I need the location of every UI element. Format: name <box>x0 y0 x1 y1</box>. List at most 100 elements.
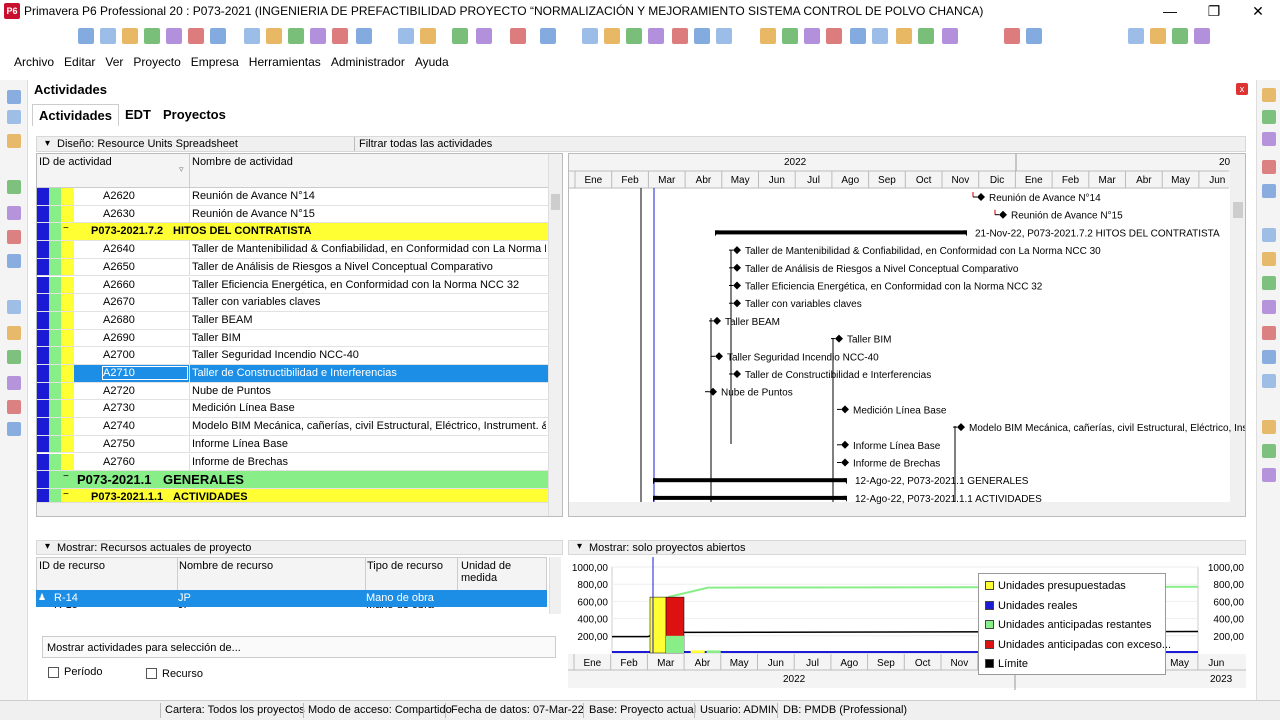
minimize-button[interactable]: — <box>1148 0 1192 22</box>
table-row[interactable]: A2630 Reunión de Avance N°15 <box>37 205 548 224</box>
menu-ver[interactable]: Ver <box>105 55 123 69</box>
toolbar-icon[interactable] <box>942 28 958 44</box>
toolbar-icon[interactable] <box>626 28 642 44</box>
sidebar-icon[interactable] <box>1262 350 1276 364</box>
toolbar-icon[interactable] <box>540 28 556 44</box>
col-resource-id[interactable]: ID de recurso <box>39 560 105 572</box>
toolbar-icon[interactable] <box>1004 28 1020 44</box>
sidebar-icon[interactable] <box>1262 326 1276 340</box>
sidebar-icon[interactable] <box>7 180 21 194</box>
sidebar-icon[interactable] <box>7 134 21 148</box>
menu-empresa[interactable]: Empresa <box>191 55 239 69</box>
tab-proyectos[interactable]: Proyectos <box>157 104 232 126</box>
toolbar-icon[interactable] <box>1150 28 1166 44</box>
wbs-row[interactable]: − P073-2021.7.2 HITOS DEL CONTRATISTA <box>37 223 548 242</box>
period-checkbox[interactable] <box>48 667 59 678</box>
table-row[interactable]: A2640 Taller de Mantenibilidad & Confiabi… <box>37 241 548 259</box>
toolbar-icon[interactable] <box>166 28 182 44</box>
tab-actividades[interactable]: Actividades <box>32 104 119 126</box>
menu-archivo[interactable]: Archivo <box>14 55 54 69</box>
toolbar-icon[interactable] <box>582 28 598 44</box>
sidebar-icon[interactable] <box>7 206 21 220</box>
table-row[interactable]: A2620 Reunión de Avance N°14 <box>37 188 548 206</box>
toolbar-icon[interactable] <box>266 28 282 44</box>
toolbar-icon[interactable] <box>78 28 94 44</box>
table-row[interactable]: ♟ R-14 JP Mano de obra <box>36 590 547 607</box>
toolbar-icon[interactable] <box>826 28 842 44</box>
table-row[interactable]: A2700 Taller Seguridad Incendio NCC-40 <box>37 347 548 365</box>
menu-proyecto[interactable]: Proyecto <box>133 55 180 69</box>
toolbar-icon[interactable] <box>896 28 912 44</box>
maximize-button[interactable]: ❐ <box>1192 0 1236 22</box>
table-row[interactable]: A2710 Taller de Constructibilidad e Inter… <box>37 365 548 383</box>
vertical-scrollbar[interactable] <box>549 557 561 614</box>
wbs-row[interactable]: − P073-2021.1 GENERALES <box>37 471 548 489</box>
toolbar-icon[interactable] <box>398 28 414 44</box>
chevron-down-icon[interactable]: ▾ <box>45 138 50 149</box>
toolbar-icon[interactable] <box>648 28 664 44</box>
toolbar-icon[interactable] <box>188 28 204 44</box>
sidebar-icon[interactable] <box>7 230 21 244</box>
table-row[interactable]: A2650 Taller de Análisis de Riesgos a Niv… <box>37 258 548 277</box>
sidebar-icon[interactable] <box>7 110 21 124</box>
toolbar-icon[interactable] <box>356 28 372 44</box>
sidebar-icon[interactable] <box>1262 110 1276 124</box>
sidebar-icon[interactable] <box>7 376 21 390</box>
toolbar-icon[interactable] <box>510 28 526 44</box>
table-row[interactable]: A2760 Informe de Brechas <box>37 453 548 472</box>
sidebar-icon[interactable] <box>7 90 21 104</box>
toolbar-icon[interactable] <box>850 28 866 44</box>
table-row[interactable]: A2660 Taller Eficiencia Energética, en Co… <box>37 276 548 295</box>
sidebar-icon[interactable] <box>1262 252 1276 266</box>
toolbar-icon[interactable] <box>804 28 820 44</box>
table-row[interactable]: A2750 Informe Línea Base <box>37 435 548 454</box>
toolbar-icon[interactable] <box>694 28 710 44</box>
sidebar-icon[interactable] <box>1262 420 1276 434</box>
collapse-icon[interactable]: − <box>63 471 69 482</box>
toolbar-icon[interactable] <box>100 28 116 44</box>
col-resource-unit[interactable]: Unidad de medida <box>461 560 546 584</box>
sidebar-icon[interactable] <box>1262 88 1276 102</box>
toolbar-icon[interactable] <box>1172 28 1188 44</box>
table-row[interactable]: A2680 Taller BEAM <box>37 311 548 330</box>
toolbar-icon[interactable] <box>716 28 732 44</box>
activity-table[interactable]: ID de actividad ▿ Nombre de actividad A2… <box>36 153 563 517</box>
horizontal-scrollbar[interactable] <box>37 502 548 516</box>
close-window-button[interactable]: ✕ <box>1236 0 1280 22</box>
sidebar-icon[interactable] <box>1262 132 1276 146</box>
sidebar-icon[interactable] <box>7 350 21 364</box>
menu-editar[interactable]: Editar <box>64 55 95 69</box>
collapse-icon[interactable]: − <box>63 223 69 234</box>
chevron-down-icon[interactable]: ▾ <box>577 541 582 552</box>
sidebar-icon[interactable] <box>7 254 21 268</box>
tab-edt[interactable]: EDT <box>119 104 157 126</box>
chart-filter-label[interactable]: Mostrar: solo proyectos abiertos <box>589 542 746 554</box>
table-row[interactable]: A2740 Modelo BIM Mecánica, cañerías, civi… <box>37 418 548 436</box>
sidebar-icon[interactable] <box>1262 184 1276 198</box>
col-resource-name[interactable]: Nombre de recurso <box>179 560 273 572</box>
col-resource-type[interactable]: Tipo de recurso <box>367 560 443 572</box>
sidebar-icon[interactable] <box>1262 228 1276 242</box>
resource-checkbox[interactable] <box>146 668 157 679</box>
toolbar-icon[interactable] <box>244 28 260 44</box>
toolbar-icon[interactable] <box>476 28 492 44</box>
menu-herramientas[interactable]: Herramientas <box>249 55 321 69</box>
table-row[interactable]: R-15 JI Mano de obra <box>36 607 547 614</box>
toolbar-icon[interactable] <box>1026 28 1042 44</box>
sidebar-icon[interactable] <box>7 326 21 340</box>
toolbar-icon[interactable] <box>210 28 226 44</box>
filter-label[interactable]: Filtrar todas las actividades <box>359 138 492 150</box>
chevron-down-icon[interactable]: ▾ <box>45 541 50 552</box>
toolbar-icon[interactable] <box>144 28 160 44</box>
col-id-header[interactable]: ID de actividad <box>39 156 112 168</box>
toolbar-icon[interactable] <box>310 28 326 44</box>
toolbar-icon[interactable] <box>452 28 468 44</box>
gantt-chart[interactable]: 2022 20 Ene Feb Mar Abr May Jun Jul Ago Sep Oct Nov D… <box>568 153 1246 517</box>
menu-ayuda[interactable]: Ayuda <box>415 55 449 69</box>
sidebar-icon[interactable] <box>7 300 21 314</box>
toolbar-icon[interactable] <box>420 28 436 44</box>
menu-administrador[interactable]: Administrador <box>331 55 405 69</box>
toolbar-icon[interactable] <box>288 28 304 44</box>
scrollbar-thumb[interactable] <box>551 194 560 210</box>
toolbar-icon[interactable] <box>1128 28 1144 44</box>
